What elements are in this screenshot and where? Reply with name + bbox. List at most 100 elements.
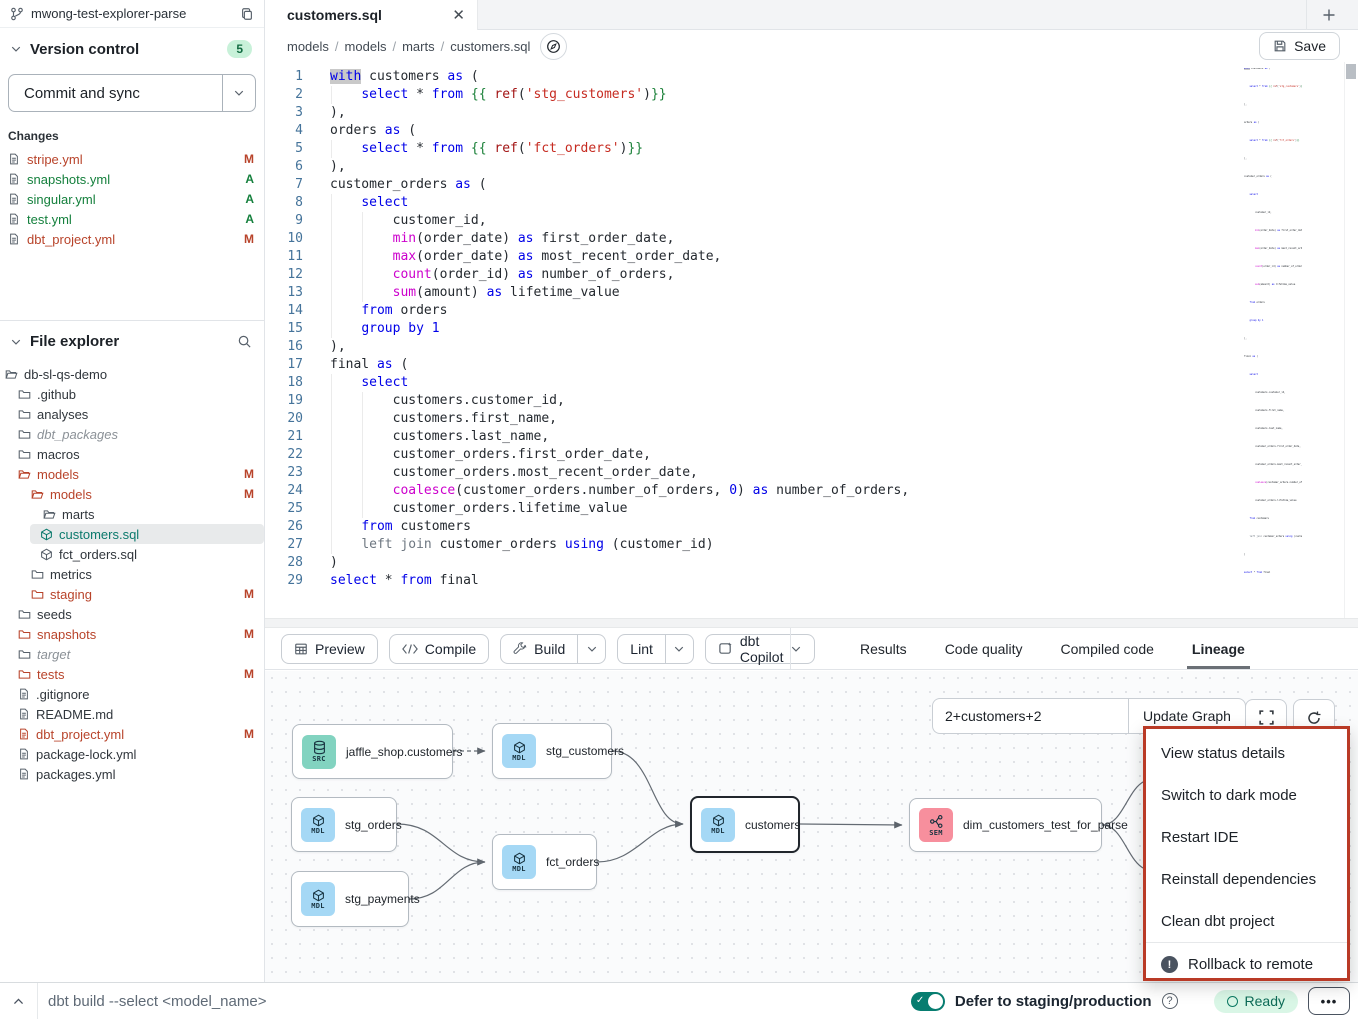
search-icon[interactable] [237, 334, 252, 349]
tree-item-staging[interactable]: stagingM [0, 584, 264, 604]
tree-item-packages-yml[interactable]: packages.yml [0, 764, 264, 784]
save-button[interactable]: Save [1259, 32, 1340, 60]
lineage-node-stg-customers[interactable]: MDLstg_customers [492, 723, 612, 779]
check-icon: ✓ [916, 995, 924, 1006]
defer-toggle[interactable]: ✓ [911, 992, 945, 1011]
change-status-badge: M [244, 232, 254, 246]
menu-item-reinstall-dependencies[interactable]: Reinstall dependencies [1146, 858, 1347, 900]
tree-item-label: macros [37, 447, 80, 462]
new-tab-button[interactable] [1306, 0, 1350, 30]
change-row[interactable]: stripe.ymlM [0, 149, 264, 169]
breadcrumb-segment[interactable]: marts [402, 39, 435, 54]
tree-item-tests[interactable]: testsM [0, 664, 264, 684]
breadcrumb-segment[interactable]: models [287, 39, 329, 54]
node-type-icon [929, 814, 944, 829]
lint-button[interactable]: Lint [617, 634, 694, 664]
commit-dropdown-toggle[interactable] [222, 75, 255, 111]
menu-item-label: Clean dbt project [1161, 913, 1274, 930]
change-row[interactable]: snapshots.ymlA [0, 169, 264, 189]
scrollbar-thumb[interactable] [1346, 64, 1356, 79]
lineage-node-fct-orders[interactable]: MDLfct_orders [492, 834, 597, 890]
tree-item-models[interactable]: modelsM [0, 484, 264, 504]
tree-item-marts[interactable]: marts [0, 504, 264, 524]
command-input[interactable] [38, 993, 911, 1010]
token [330, 321, 361, 336]
token: ( [471, 177, 487, 192]
modified-badge: M [244, 487, 254, 501]
lineage-node-jaffle-shop-customers[interactable]: SRCjaffle_shop.customers [292, 724, 453, 779]
tree-item-models[interactable]: modelsM [0, 464, 264, 484]
build-button[interactable]: Build [500, 634, 606, 664]
tree-item--gitignore[interactable]: .gitignore [0, 684, 264, 704]
menu-item-restart-ide[interactable]: Restart IDE [1146, 816, 1347, 858]
tree-item-target[interactable]: target [0, 644, 264, 664]
build-dropdown-toggle[interactable] [577, 635, 605, 663]
lineage-node-stg-payments[interactable]: MDLstg_payments [291, 871, 409, 927]
token: 'stg_customers' [526, 87, 643, 102]
tree-item-analyses[interactable]: analyses [0, 404, 264, 424]
code-line: 7customer_orders as ( [265, 176, 1358, 194]
tree-item-dbt-project-yml[interactable]: dbt_project.ymlM [0, 724, 264, 744]
menu-item-switch-to-dark-mode[interactable]: Switch to dark mode [1146, 774, 1347, 816]
more-options-button[interactable]: ••• [1308, 987, 1350, 1015]
changes-list: stripe.ymlMsnapshots.ymlAsingular.ymlAte… [0, 149, 264, 249]
commit-and-sync-button[interactable]: Commit and sync [8, 74, 256, 112]
folder-icon [18, 608, 31, 621]
menu-item-view-status-details[interactable]: View status details [1146, 732, 1347, 774]
code-editor[interactable]: 1with customers as (2 select * from {{ r… [265, 62, 1358, 618]
close-icon[interactable]: ✕ [452, 6, 465, 24]
chevron-down-icon[interactable] [10, 336, 22, 348]
compass-icon[interactable] [540, 33, 567, 60]
menu-item-rollback-to-remote[interactable]: !Rollback to remote [1146, 942, 1347, 986]
code-text: ), [318, 158, 346, 176]
code-text: ) [318, 554, 338, 572]
lint-dropdown-toggle[interactable] [665, 635, 693, 663]
preview-button[interactable]: Preview [281, 634, 378, 664]
tab-results[interactable]: Results [841, 628, 926, 669]
lineage-search-input[interactable] [932, 698, 1128, 734]
menu-item-clean-dbt-project[interactable]: Clean dbt project [1146, 900, 1347, 942]
editor-scrollbar[interactable] [1344, 62, 1358, 618]
lineage-node-dim-customers-test-for-parse[interactable]: SEMdim_customers_test_for_parse [909, 798, 1102, 852]
tab-compiled-code[interactable]: Compiled code [1042, 628, 1173, 669]
help-icon[interactable]: ? [1162, 993, 1178, 1009]
tree-item-readme-md[interactable]: README.md [0, 704, 264, 724]
compile-button[interactable]: Compile [389, 634, 489, 664]
tree-item-fct-orders-sql[interactable]: fct_orders.sql [0, 544, 264, 564]
pane-resize-handle[interactable] [265, 618, 1358, 628]
lineage-node-stg-orders[interactable]: MDLstg_orders [291, 797, 397, 852]
line-number: 20 [265, 410, 318, 428]
chevron-up-icon[interactable] [0, 983, 38, 1019]
tree-item-customers-sql[interactable]: customers.sql [30, 524, 264, 544]
tree-item-dbt-packages[interactable]: dbt_packages [0, 424, 264, 444]
tab-code-quality[interactable]: Code quality [926, 628, 1042, 669]
tree-item--github[interactable]: .github [0, 384, 264, 404]
tree-item-db-sl-qs-demo[interactable]: db-sl-qs-demo [0, 364, 264, 384]
change-row[interactable]: test.ymlA [0, 209, 264, 229]
chevron-down-icon[interactable] [10, 43, 22, 55]
tree-item-macros[interactable]: macros [0, 444, 264, 464]
token: ref [494, 87, 517, 102]
tree-item-package-lock-yml[interactable]: package-lock.yml [0, 744, 264, 764]
tree-item-label: db-sl-qs-demo [24, 367, 107, 382]
tree-item-label: marts [62, 507, 95, 522]
token: as [385, 123, 401, 138]
change-file-name: dbt_project.yml [27, 232, 237, 247]
tab-lineage[interactable]: Lineage [1173, 628, 1264, 669]
tree-item-metrics[interactable]: metrics [0, 564, 264, 584]
token: from [361, 519, 392, 534]
tab-customers-sql[interactable]: customers.sql ✕ [265, 0, 478, 30]
copy-icon[interactable] [240, 7, 254, 21]
token: select [361, 141, 408, 156]
breadcrumb-row: models/models/marts/customers.sql Save [265, 30, 1358, 62]
change-row[interactable]: singular.ymlA [0, 189, 264, 209]
indent-guide [362, 392, 363, 410]
code-line: 18 select [265, 374, 1358, 392]
tree-item-seeds[interactable]: seeds [0, 604, 264, 624]
breadcrumb-segment[interactable]: models [345, 39, 387, 54]
lineage-node-customers[interactable]: MDLcustomers [690, 796, 800, 853]
tree-item-snapshots[interactable]: snapshotsM [0, 624, 264, 644]
token: as [518, 249, 534, 264]
token: ( [400, 123, 416, 138]
change-row[interactable]: dbt_project.yml M [0, 229, 264, 249]
